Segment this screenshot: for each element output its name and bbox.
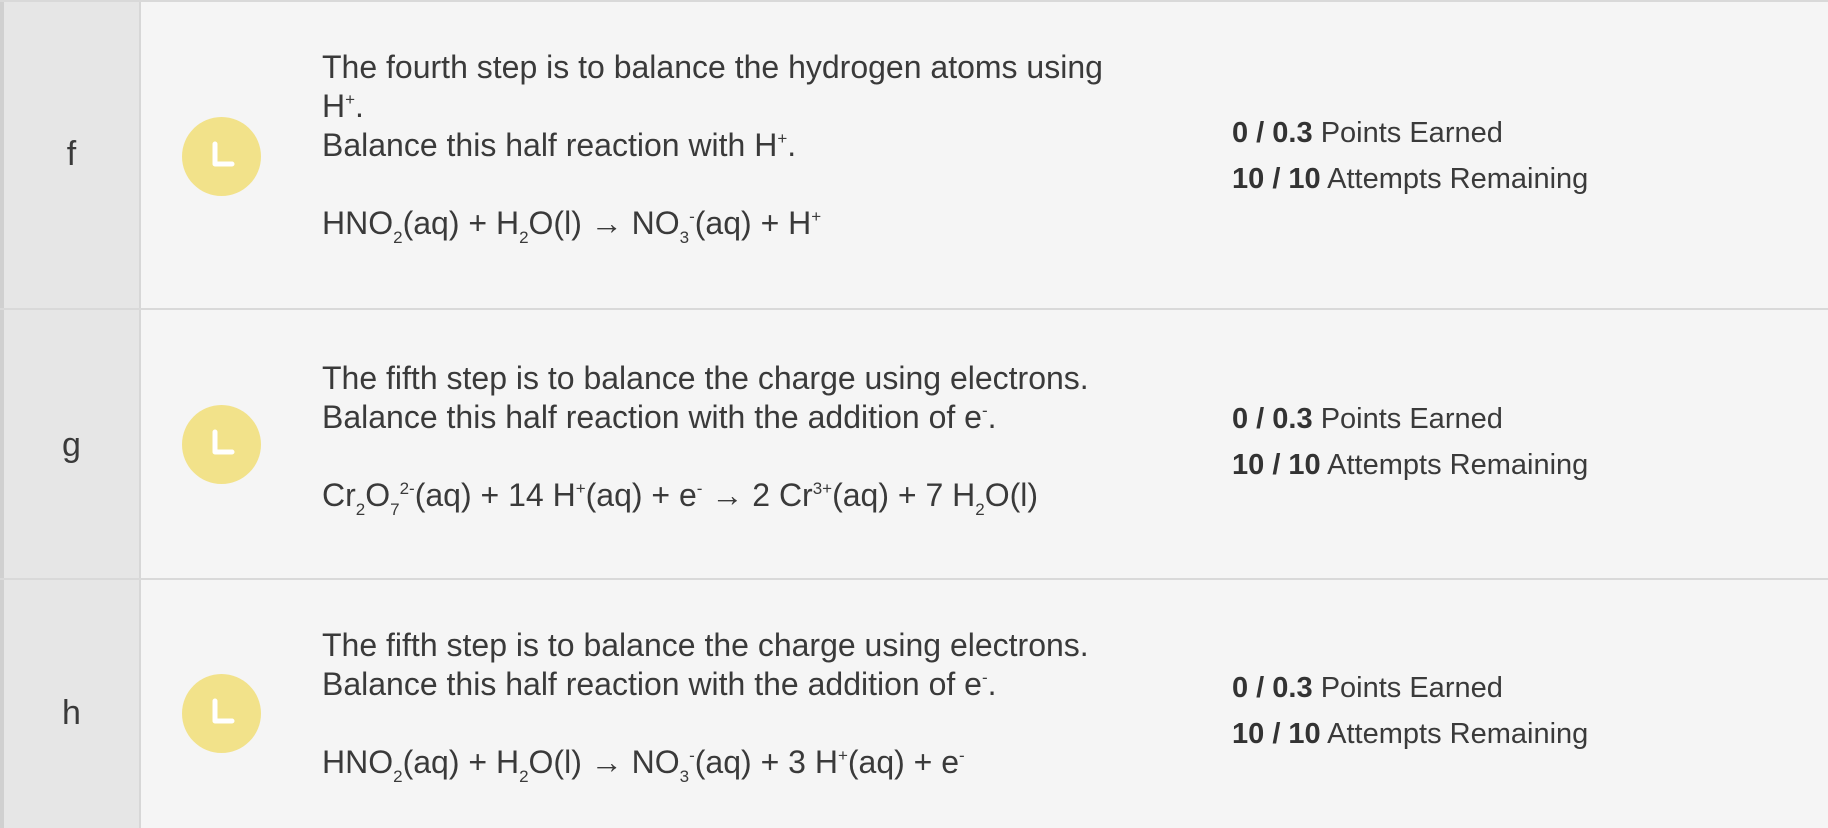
clock-icon: [182, 405, 261, 484]
part-letter-cell: h: [0, 580, 141, 828]
instruction-text: The fifth step is to balance the charge …: [322, 360, 1089, 435]
points-earned: 0 / 0.3 Points Earned: [1232, 117, 1503, 149]
instruction-text: The fourth step is to balance the hydrog…: [322, 49, 1103, 163]
part-content: The fourth step is to balance the hydrog…: [322, 48, 1202, 247]
part-score-info: 0 / 0.3 Points Earned 10 / 10 Attempts R…: [1232, 665, 1792, 757]
part-score-info: 0 / 0.3 Points Earned 10 / 10 Attempts R…: [1232, 396, 1792, 488]
attempts-remaining: 10 / 10 Attempts Remaining: [1232, 449, 1589, 481]
part-letter-cell: f: [0, 2, 141, 309]
part-letter: f: [66, 135, 77, 173]
part-content: The fifth step is to balance the charge …: [322, 359, 1202, 519]
attempts-remaining: 10 / 10 Attempts Remaining: [1232, 718, 1589, 750]
clock-icon: [182, 674, 261, 753]
points-earned: 0 / 0.3 Points Earned: [1232, 403, 1503, 435]
question-part-row[interactable]: h The fifth step is to balance the charg…: [0, 578, 1828, 828]
part-letter-cell: g: [0, 310, 141, 579]
part-letter: g: [62, 426, 81, 464]
reaction-equation: HNO2(aq) + H2O(l) → NO3-(aq) + H+: [322, 205, 822, 247]
question-part-row[interactable]: f The fourth step is to balance the hydr…: [0, 0, 1828, 309]
clock-icon: [182, 117, 261, 196]
points-earned: 0 / 0.3 Points Earned: [1232, 672, 1503, 704]
part-score-info: 0 / 0.3 Points Earned 10 / 10 Attempts R…: [1232, 110, 1792, 202]
part-letter: h: [62, 694, 81, 732]
part-content: The fifth step is to balance the charge …: [322, 626, 1202, 786]
instruction-text: The fifth step is to balance the charge …: [322, 627, 1089, 702]
question-parts-list: f The fourth step is to balance the hydr…: [0, 0, 1828, 828]
reaction-equation: Cr2O72-(aq) + 14 H+(aq) + e- → 2 Cr3+(aq…: [322, 477, 1039, 519]
question-part-row[interactable]: g The fifth step is to balance the charg…: [0, 308, 1828, 579]
reaction-equation: HNO2(aq) + H2O(l) → NO3-(aq) + 3 H+(aq) …: [322, 744, 965, 786]
attempts-remaining: 10 / 10 Attempts Remaining: [1232, 163, 1589, 195]
